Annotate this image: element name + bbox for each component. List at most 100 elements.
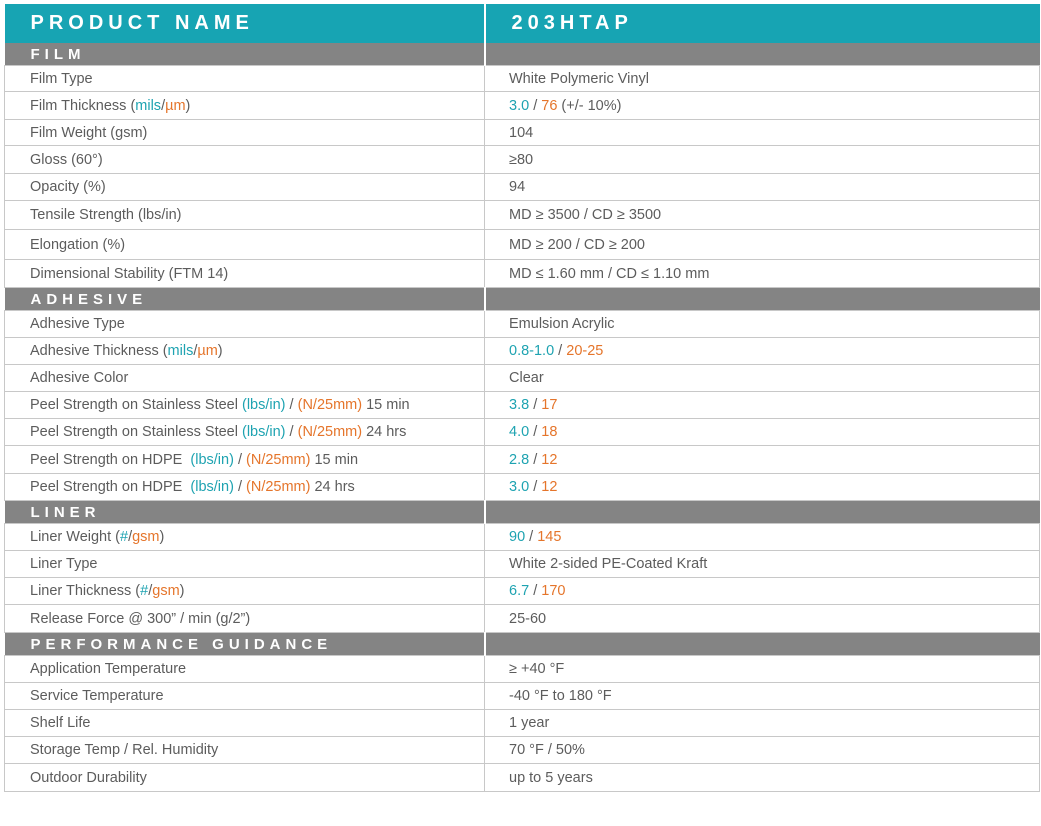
spec-row: Liner Weight (#/gsm) 90 / 145	[4, 523, 1040, 551]
spec-value: 1 year	[484, 709, 1040, 737]
spec-row: Adhesive Type Emulsion Acrylic	[4, 310, 1040, 338]
text-segment: Film Type	[30, 70, 93, 87]
spec-label: Outdoor Durability	[4, 763, 485, 792]
spec-label: Film Type	[4, 65, 485, 92]
text-segment: 170	[541, 583, 566, 599]
text-segment: Peel Strength on Stainless Steel	[30, 397, 242, 413]
text-segment: /	[529, 397, 542, 413]
spec-value: 94	[484, 173, 1040, 201]
spec-row: Opacity (%) 94	[4, 173, 1040, 201]
spec-value: Clear	[484, 364, 1040, 392]
text-segment: gsm	[152, 583, 180, 599]
text-segment: (N/25mm)	[246, 479, 311, 495]
text-segment: Outdoor Durability	[30, 769, 147, 786]
spec-label: Peel Strength on HDPE (lbs/in) / (N/25mm…	[4, 445, 485, 474]
text-segment: Application Temperature	[30, 661, 187, 677]
spec-row: Peel Strength on Stainless Steel (lbs/in…	[4, 391, 1040, 419]
section-title: PERFORMANCE GUIDANCE	[4, 632, 485, 656]
spec-value: 4.0 / 18	[484, 418, 1040, 446]
spec-row: Liner Thickness (#/gsm) 6.7 / 170	[4, 577, 1040, 605]
text-segment: 17	[541, 397, 558, 413]
product-name-label: PRODUCT NAME	[4, 4, 485, 43]
text-segment: Tensile Strength (lbs/in)	[30, 207, 182, 223]
section-spacer	[483, 500, 1040, 524]
spec-value: ≥ +40 °F	[484, 655, 1040, 683]
text-segment: µm	[165, 97, 186, 114]
spec-label: Storage Temp / Rel. Humidity	[4, 736, 485, 764]
spec-row: Liner Type White 2-sided PE-Coated Kraft	[4, 550, 1040, 578]
text-segment: )	[185, 97, 191, 114]
product-name-value: 203HTAP	[483, 4, 1040, 43]
text-segment: )	[159, 529, 165, 545]
text-segment: Liner Type	[30, 556, 98, 572]
text-segment: (N/25mm)	[297, 397, 363, 413]
spec-row: Film Weight (gsm) 104	[4, 119, 1040, 146]
text-segment: MD ≥ 3500 / CD ≥ 3500	[509, 207, 662, 223]
text-segment: MD ≥ 200 / CD ≥ 200	[509, 236, 645, 253]
section-title: FILM	[4, 43, 485, 66]
spec-label: Liner Weight (#/gsm)	[4, 523, 485, 551]
text-segment: gsm	[132, 529, 160, 545]
spec-row: Release Force @ 300” / min (g/2”) 25-60	[4, 604, 1040, 633]
section-header-performance-guidance: PERFORMANCE GUIDANCE	[4, 632, 1040, 656]
spec-label: Peel Strength on Stainless Steel (lbs/in…	[4, 391, 485, 419]
spec-value: 3.0 / 76 (+/- 10%)	[484, 91, 1040, 120]
text-segment: 2.8	[509, 451, 530, 468]
spec-value: 3.0 / 12	[484, 473, 1040, 501]
text-segment: /	[285, 424, 298, 440]
spec-value: 25-60	[484, 604, 1040, 633]
text-segment: /	[529, 583, 542, 599]
spec-row: Elongation (%) MD ≥ 200 / CD ≥ 200	[4, 229, 1040, 260]
text-segment: 70 °F / 50%	[509, 742, 585, 758]
text-segment: mils	[135, 97, 162, 114]
text-segment: Shelf Life	[30, 715, 91, 731]
spec-label: Release Force @ 300” / min (g/2”)	[4, 604, 485, 633]
section-title: LINER	[4, 500, 485, 524]
text-segment: Liner Thickness (	[30, 583, 141, 599]
section-spacer	[483, 287, 1040, 311]
spec-row: Gloss (60°) ≥80	[4, 145, 1040, 174]
text-segment: (lbs/in)	[190, 479, 234, 495]
spec-value: 0.8-1.0 / 20-25	[484, 337, 1040, 365]
spec-row: Shelf Life 1 year	[4, 709, 1040, 737]
text-segment: (lbs/in)	[190, 451, 234, 468]
text-segment: Opacity (%)	[30, 179, 106, 195]
text-segment: Emulsion Acrylic	[509, 316, 615, 332]
text-segment: (lbs/in)	[242, 397, 286, 413]
text-segment: 0.8-1.0	[509, 343, 555, 359]
text-segment: Release Force @ 300” / min (g/2”)	[30, 610, 251, 627]
spec-label: Liner Type	[4, 550, 485, 578]
text-segment: 1 year	[509, 715, 550, 731]
spec-label: Peel Strength on HDPE (lbs/in) / (N/25mm…	[4, 473, 485, 501]
spec-label: Adhesive Color	[4, 364, 485, 392]
spec-label: Film Weight (gsm)	[4, 119, 485, 146]
spec-row: Peel Strength on Stainless Steel (lbs/in…	[4, 418, 1040, 446]
text-segment: 3.0	[509, 97, 530, 114]
text-segment: /	[529, 451, 542, 468]
spec-value: 90 / 145	[484, 523, 1040, 551]
spec-row: Film Type White Polymeric Vinyl	[4, 65, 1040, 92]
spec-row: Dimensional Stability (FTM 14) MD ≤ 1.60 …	[4, 259, 1040, 288]
section-spacer	[483, 632, 1040, 656]
text-segment: 145	[537, 529, 562, 545]
spec-label: Adhesive Thickness (mils/µm)	[4, 337, 485, 365]
spec-value: ≥80	[484, 145, 1040, 174]
spec-value: Emulsion Acrylic	[484, 310, 1040, 338]
spec-label: Peel Strength on Stainless Steel (lbs/in…	[4, 418, 485, 446]
spec-value: 3.8 / 17	[484, 391, 1040, 419]
text-segment: Clear	[509, 370, 544, 386]
text-segment: 15 min	[362, 397, 410, 413]
text-segment: 12	[541, 451, 558, 468]
text-segment: Film Weight (gsm)	[30, 124, 148, 141]
text-segment: 18	[541, 424, 558, 440]
text-segment: Storage Temp / Rel. Humidity	[30, 742, 219, 758]
spec-value: MD ≤ 1.60 mm / CD ≤ 1.10 mm	[484, 259, 1040, 288]
spec-label: Gloss (60°)	[4, 145, 485, 174]
text-segment: Adhesive Color	[30, 370, 129, 386]
section-spacer	[483, 43, 1040, 66]
text-segment: Peel Strength on Stainless Steel	[30, 424, 242, 440]
spec-label: Adhesive Type	[4, 310, 485, 338]
text-segment: /	[529, 424, 542, 440]
spec-label: Elongation (%)	[4, 229, 485, 260]
text-segment: /	[554, 343, 567, 359]
